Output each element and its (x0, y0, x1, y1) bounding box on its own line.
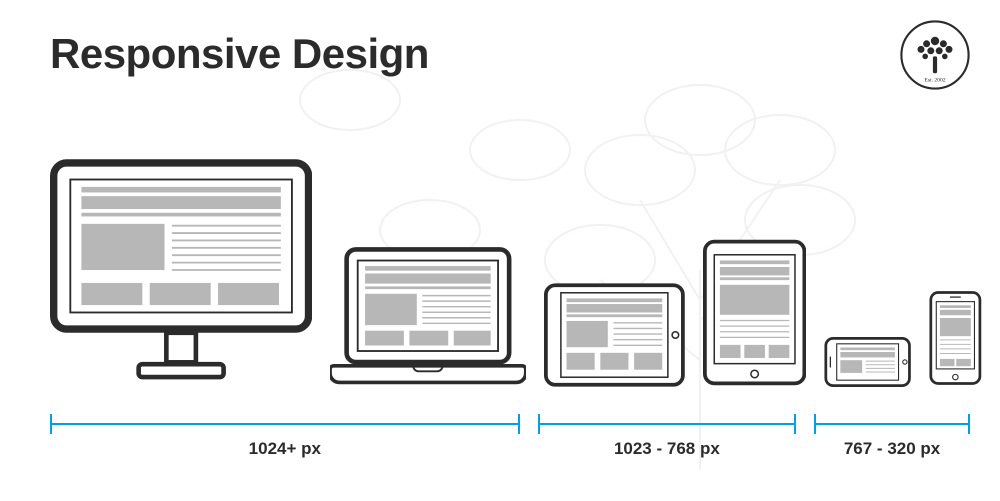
range-tablet: 1023 - 768 px (538, 423, 796, 459)
tablet-portrait-icon (703, 235, 806, 390)
devices-row (50, 135, 970, 390)
phone-portrait-icon (929, 286, 982, 390)
svg-text:Est. 2002: Est. 2002 (924, 78, 945, 84)
range-label: 767 - 320 px (844, 439, 940, 459)
laptop-icon (330, 240, 526, 390)
tablet-landscape-icon (544, 280, 685, 390)
breakpoint-ranges: 1024+ px 1023 - 768 px 767 - 320 px (50, 423, 970, 459)
desktop-icon (50, 150, 312, 390)
range-label: 1024+ px (249, 439, 321, 459)
phone-landscape-icon (824, 334, 911, 390)
range-bar (538, 423, 796, 425)
range-bar (814, 423, 970, 425)
org-logo: Est. 2002 (900, 20, 970, 90)
range-desktop: 1024+ px (50, 423, 520, 459)
page-title: Responsive Design (50, 30, 429, 78)
range-bar (50, 423, 520, 425)
range-phone: 767 - 320 px (814, 423, 970, 459)
range-label: 1023 - 768 px (614, 439, 720, 459)
